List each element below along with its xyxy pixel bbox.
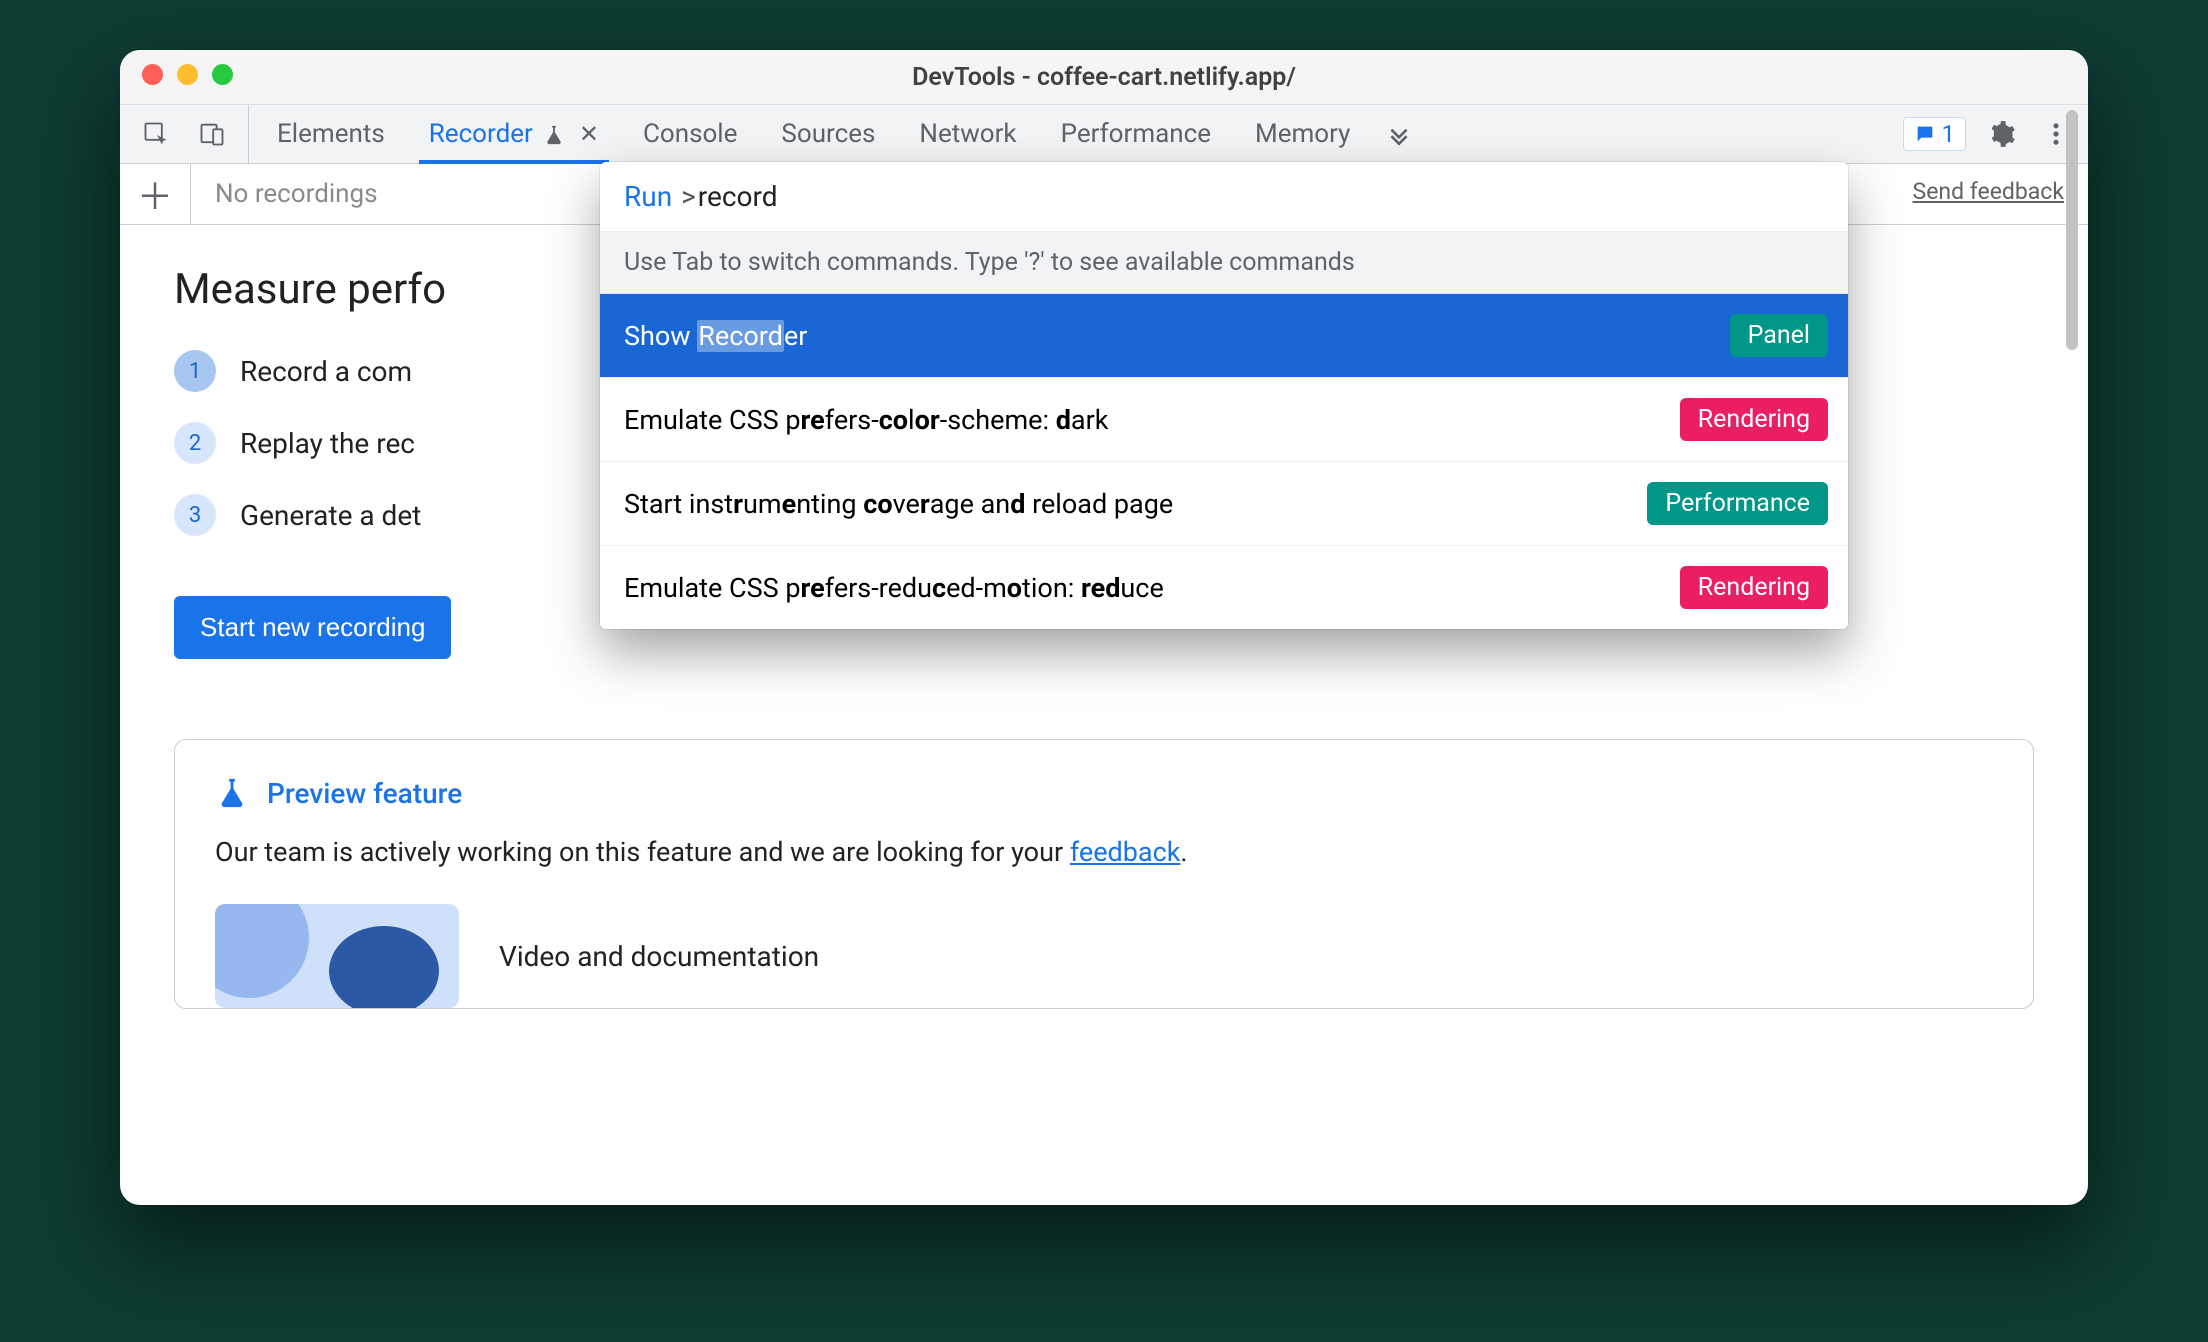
tab-label: Network [919, 119, 1016, 149]
tab-console[interactable]: Console [621, 105, 759, 163]
command-menu-item-label: Start instrumenting coverage and reload … [624, 488, 1647, 520]
send-feedback-link[interactable]: Send feedback [1913, 178, 2064, 205]
command-menu-item[interactable]: Start instrumenting coverage and reload … [600, 462, 1848, 546]
video-title: Video and documentation [499, 940, 819, 973]
issues-count: 1 [1942, 120, 1956, 148]
tab-label: Elements [277, 119, 385, 149]
command-menu-item-label: Emulate CSS prefers-reduced-motion: redu… [624, 572, 1680, 604]
step-text: Replay the rec [240, 427, 415, 460]
command-menu-item-label: Emulate CSS prefers-color-scheme: dark [624, 404, 1680, 436]
close-window-button[interactable] [142, 64, 163, 85]
maximize-window-button[interactable] [212, 64, 233, 85]
command-menu-input[interactable]: Run >record [600, 162, 1848, 232]
close-tab-icon[interactable]: ✕ [575, 120, 599, 148]
step-text: Generate a det [240, 499, 421, 532]
tab-memory[interactable]: Memory [1233, 105, 1372, 163]
flask-icon [543, 123, 565, 145]
vertical-scrollbar[interactable] [2060, 110, 2084, 1201]
scrollbar-thumb[interactable] [2066, 110, 2078, 350]
start-new-recording-button[interactable]: Start new recording [174, 596, 451, 659]
titlebar: DevTools - coffee-cart.netlify.app/ [120, 50, 2088, 105]
tab-recorder[interactable]: Recorder ✕ [407, 105, 621, 163]
step-number: 2 [174, 422, 216, 464]
settings-icon[interactable] [1984, 116, 2020, 152]
command-menu-item-tag: Rendering [1680, 566, 1828, 609]
recordings-dropdown[interactable]: No recordings [191, 164, 402, 224]
flask-icon [215, 776, 249, 810]
step-number: 1 [174, 350, 216, 392]
tab-label: Sources [781, 119, 875, 149]
minimize-window-button[interactable] [177, 64, 198, 85]
command-menu-item[interactable]: Emulate CSS prefers-reduced-motion: redu… [600, 546, 1848, 629]
command-menu-item-label: Show Recorder [624, 320, 1730, 352]
feedback-link[interactable]: feedback [1070, 836, 1181, 868]
tab-label: Console [643, 119, 737, 149]
video-thumbnail[interactable] [215, 904, 459, 1008]
command-menu: Run >record Use Tab to switch commands. … [600, 162, 1848, 629]
issues-badge[interactable]: 1 [1903, 117, 1967, 151]
more-tabs-button[interactable] [1372, 105, 1426, 163]
command-menu-item[interactable]: Show RecorderPanel [600, 294, 1848, 378]
recordings-dropdown-label: No recordings [215, 179, 378, 209]
inspect-element-icon[interactable] [138, 116, 174, 152]
preview-feature-card: Preview feature Our team is actively wor… [174, 739, 2034, 1009]
new-recording-button[interactable]: ＋ [120, 164, 191, 224]
tab-label: Recorder [429, 119, 533, 149]
command-menu-prefix: Run [624, 180, 672, 213]
chevron-right-icon: > [679, 180, 698, 213]
step-text: Record a com [240, 355, 412, 388]
command-menu-item-tag: Panel [1730, 314, 1828, 357]
panel-tab-strip: Elements Recorder ✕ Console Sources Network Pe… [120, 105, 2088, 164]
step-number: 3 [174, 494, 216, 536]
preview-feature-body: Our team is actively working on this fea… [215, 836, 1993, 868]
tab-elements[interactable]: Elements [255, 105, 407, 163]
preview-feature-title: Preview feature [267, 777, 462, 810]
tab-sources[interactable]: Sources [759, 105, 897, 163]
command-menu-hint: Use Tab to switch commands. Type '?' to … [600, 232, 1848, 294]
command-menu-query: record [698, 180, 778, 213]
tab-label: Performance [1061, 119, 1211, 149]
command-menu-item[interactable]: Emulate CSS prefers-color-scheme: darkRe… [600, 378, 1848, 462]
window-title: DevTools - coffee-cart.netlify.app/ [120, 63, 2088, 92]
devtools-window: DevTools - coffee-cart.netlify.app/ Elem… [120, 50, 2088, 1205]
tab-label: Memory [1255, 119, 1350, 149]
command-menu-item-tag: Performance [1647, 482, 1828, 525]
tab-performance[interactable]: Performance [1039, 105, 1233, 163]
window-controls [142, 64, 233, 85]
tab-network[interactable]: Network [897, 105, 1038, 163]
device-toolbar-icon[interactable] [194, 116, 230, 152]
command-menu-item-tag: Rendering [1680, 398, 1828, 441]
